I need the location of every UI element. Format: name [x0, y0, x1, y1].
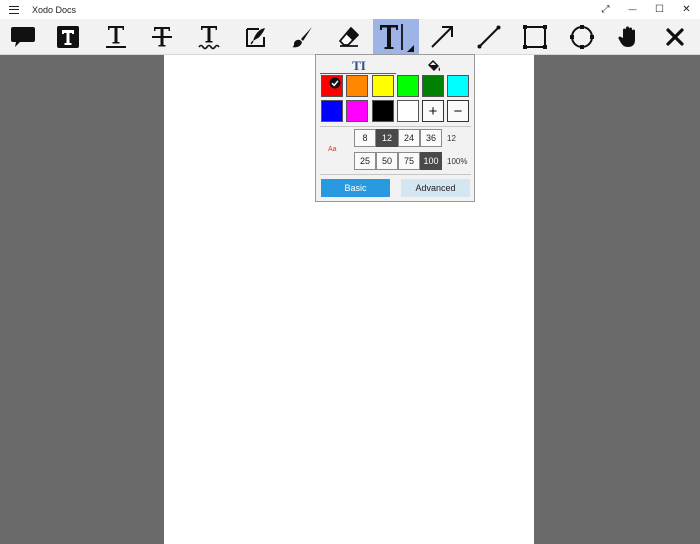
color-swatch-black[interactable]: [372, 100, 394, 122]
color-swatch-white[interactable]: [397, 100, 419, 122]
ellipse-tool-button[interactable]: [559, 19, 605, 54]
font-size-option[interactable]: 8: [354, 129, 376, 147]
fill-color-tab[interactable]: [421, 58, 447, 74]
pan-tool-button[interactable]: [605, 19, 651, 54]
eraser-icon: [339, 26, 359, 47]
line-tool-button[interactable]: [466, 19, 512, 54]
underline-icon: [106, 25, 126, 48]
window-close-button[interactable]: ✕: [673, 0, 700, 19]
underline-tool-button[interactable]: [93, 19, 139, 54]
eraser-tool-button[interactable]: [326, 19, 372, 54]
brush-icon: [292, 26, 312, 47]
color-swatch-lime[interactable]: [397, 75, 419, 97]
squiggly-underline-icon: [198, 25, 220, 49]
full-screen-button[interactable]: ⤢: [592, 0, 619, 19]
hand-icon: [618, 26, 635, 47]
annotation-toolbar: [0, 19, 700, 55]
color-swatch-yellow[interactable]: [372, 75, 394, 97]
squiggly-tool-button[interactable]: [186, 19, 232, 54]
color-swatch-blue[interactable]: [321, 100, 343, 122]
divider: [320, 174, 471, 175]
text-box-icon: [57, 25, 79, 48]
signature-icon: [246, 27, 265, 47]
line-icon: [477, 25, 501, 48]
strikeout-tool-button[interactable]: [139, 19, 185, 54]
font-size-option[interactable]: 24: [398, 129, 420, 147]
sticky-note-tool-button[interactable]: [0, 19, 46, 54]
font-size-value: 12: [447, 134, 456, 143]
ellipse-icon: [570, 24, 594, 49]
opacity-option[interactable]: 100: [420, 152, 442, 170]
free-text-tool-button[interactable]: [45, 19, 91, 54]
minimize-button[interactable]: —: [619, 0, 646, 19]
paint-bucket-icon: [428, 60, 441, 71]
color-swatch-magenta[interactable]: [346, 100, 368, 122]
font-size-option[interactable]: 12: [376, 129, 398, 147]
divider: [320, 126, 471, 127]
tab-underline: [320, 73, 396, 74]
opacity-option[interactable]: 25: [354, 152, 376, 170]
text-tool-button[interactable]: [373, 19, 419, 54]
app-title: Xodo Docs: [32, 4, 77, 15]
color-swatch-red[interactable]: [321, 75, 343, 97]
rectangle-icon: [523, 24, 547, 49]
close-toolbar-button[interactable]: [652, 19, 698, 54]
text-cursor-icon: [380, 23, 414, 52]
color-swatch-green[interactable]: [422, 75, 444, 97]
font-size-option[interactable]: 36: [420, 129, 442, 147]
strikethrough-icon: [152, 26, 172, 46]
opacity-option[interactable]: 50: [376, 152, 398, 170]
close-icon: [666, 27, 684, 46]
arrow-icon: [431, 25, 453, 48]
title-bar: Xodo Docs ⤢ — ☐ ✕: [0, 0, 700, 19]
basic-mode-button[interactable]: Basic: [321, 179, 390, 197]
ink-tool-button[interactable]: [279, 19, 325, 54]
text-color-tab[interactable]: TI: [346, 58, 372, 74]
signature-tool-button[interactable]: [233, 19, 279, 54]
maximize-button[interactable]: ☐: [646, 0, 673, 19]
color-swatch-orange[interactable]: [346, 75, 368, 97]
add-color-button[interactable]: +: [422, 100, 444, 122]
menu-icon[interactable]: [9, 5, 19, 14]
rectangle-tool-button[interactable]: [512, 19, 558, 54]
arrow-tool-button[interactable]: [419, 19, 465, 54]
remove-color-button[interactable]: −: [447, 100, 469, 122]
advanced-mode-button[interactable]: Advanced: [401, 179, 470, 197]
opacity-value: 100%: [447, 157, 468, 166]
speech-bubble-icon: [11, 26, 35, 47]
font-preview-label: Aa: [328, 146, 337, 153]
window-controls: ⤢ — ☐ ✕: [592, 0, 700, 19]
opacity-option[interactable]: 75: [398, 152, 420, 170]
text-style-popup: TI + − Aa 8 12 24 36 12 25 50 75 100 100…: [315, 54, 475, 202]
color-swatch-cyan[interactable]: [447, 75, 469, 97]
check-icon: [329, 77, 341, 89]
